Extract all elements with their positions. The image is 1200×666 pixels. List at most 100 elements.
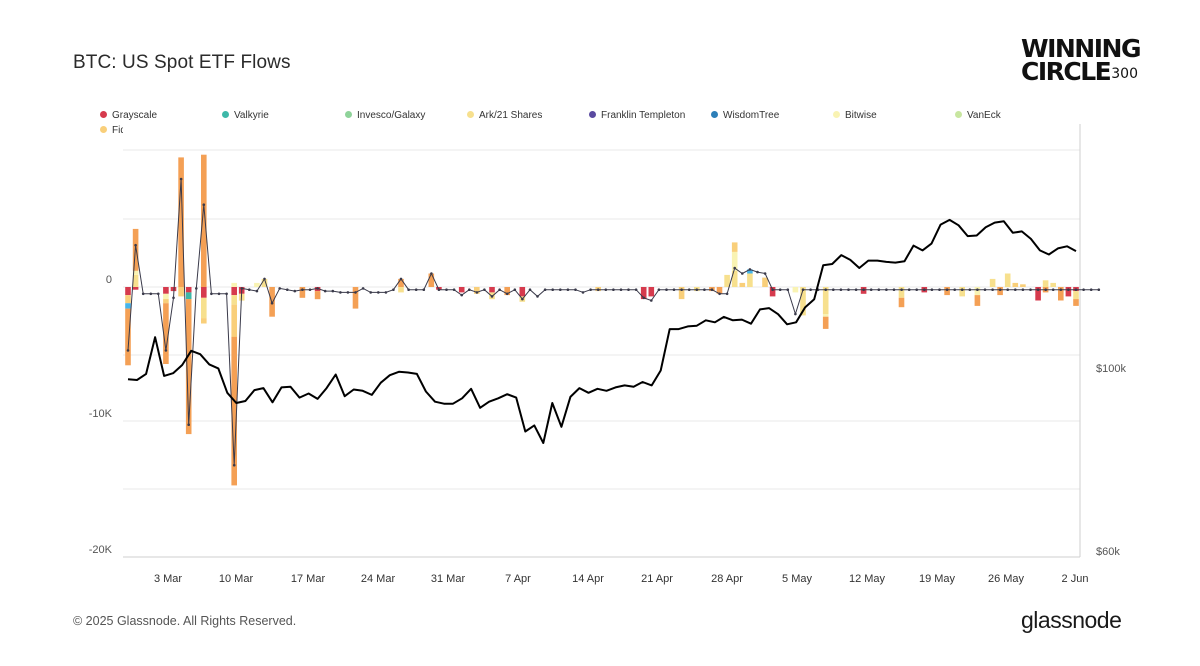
bar-segment — [1073, 299, 1079, 306]
y-tick-label: -10K — [89, 408, 113, 420]
total-point — [430, 272, 433, 275]
total-point — [414, 288, 418, 292]
bar-segment — [352, 287, 359, 309]
total-point — [308, 288, 312, 292]
total-point — [824, 288, 827, 292]
total-point — [217, 292, 221, 296]
total-point — [278, 287, 282, 290]
total-point — [369, 291, 373, 294]
total-point — [953, 288, 956, 292]
total-point — [983, 288, 987, 292]
total-point — [756, 270, 759, 274]
total-point — [483, 288, 486, 292]
total-point — [938, 288, 941, 292]
total-point — [604, 288, 608, 292]
total-point — [763, 272, 767, 275]
bar-segment — [201, 287, 207, 298]
x-tick-label: 2 Jun — [1062, 573, 1089, 585]
total-point — [885, 288, 888, 292]
total-point — [634, 288, 638, 292]
total-point — [589, 288, 592, 292]
bar-segment — [231, 304, 237, 337]
total-point — [225, 292, 228, 296]
total-point — [665, 288, 668, 292]
total-point — [323, 289, 327, 293]
bar-segment — [178, 287, 184, 297]
total-point — [672, 288, 676, 292]
x-tick-label: 7 Apr — [505, 573, 531, 585]
total-point — [255, 289, 259, 293]
total-point — [1021, 288, 1025, 292]
total-point — [263, 277, 266, 281]
bar-segment — [724, 274, 730, 287]
total-point — [778, 288, 782, 292]
bar-segment — [997, 287, 1003, 296]
bar-segment — [739, 282, 746, 287]
total-point — [976, 288, 979, 292]
total-point — [1059, 288, 1063, 292]
bar-segment — [1073, 291, 1079, 300]
total-point — [960, 288, 964, 292]
bar-segment — [185, 287, 192, 293]
total-point — [900, 288, 903, 292]
total-point — [498, 288, 501, 292]
total-point — [907, 288, 911, 292]
total-point — [202, 203, 206, 206]
total-point — [1014, 288, 1017, 292]
total-point — [801, 288, 805, 292]
total-point — [490, 295, 494, 298]
bar-segment — [163, 293, 169, 300]
total-point — [361, 287, 365, 290]
total-point — [179, 177, 183, 181]
total-point — [869, 288, 873, 292]
bar-segment — [201, 318, 207, 324]
bar-segment — [398, 287, 404, 293]
bar-segment — [974, 295, 981, 306]
total-point — [210, 292, 213, 296]
total-point — [915, 288, 918, 292]
total-point — [725, 292, 729, 296]
x-tick-label: 14 Apr — [572, 573, 604, 585]
y2-tick-label: $100k — [1096, 363, 1126, 375]
total-point — [710, 288, 714, 292]
bar-segment — [231, 295, 237, 305]
bar-segment — [974, 287, 981, 296]
bar-segment — [163, 287, 169, 294]
total-point — [452, 288, 456, 292]
bar-segment — [1012, 282, 1019, 287]
total-point — [642, 296, 645, 300]
y-tick-label: -20K — [89, 544, 113, 556]
total-point — [399, 277, 403, 281]
x-tick-label: 21 Apr — [641, 573, 673, 585]
total-point — [195, 287, 198, 290]
total-point — [596, 288, 600, 292]
total-point — [164, 349, 168, 352]
total-point — [1044, 288, 1047, 292]
total-point — [612, 288, 615, 292]
total-point — [126, 349, 130, 352]
total-point — [657, 288, 661, 292]
total-point — [832, 288, 835, 292]
total-point — [1029, 288, 1032, 292]
total-point — [1036, 288, 1040, 292]
total-point — [543, 288, 547, 292]
total-point — [331, 289, 335, 293]
total-point — [316, 287, 319, 290]
bar-segment — [163, 299, 169, 304]
bar-segment — [731, 242, 738, 252]
x-tick-label: 28 Apr — [711, 573, 743, 585]
total-point — [847, 288, 850, 292]
total-point — [339, 291, 342, 294]
glassnode-logo: glassnode — [1021, 607, 1122, 633]
bar-segment — [201, 297, 207, 319]
total-point — [627, 288, 630, 292]
bar-segment — [989, 278, 996, 287]
total-point — [134, 243, 137, 247]
total-point — [270, 301, 274, 305]
bar-segment — [458, 287, 465, 293]
total-point — [157, 292, 160, 296]
total-point — [566, 288, 570, 292]
total-point — [377, 291, 380, 294]
total-point — [437, 288, 441, 292]
y-tick-label: 0 — [106, 274, 112, 286]
